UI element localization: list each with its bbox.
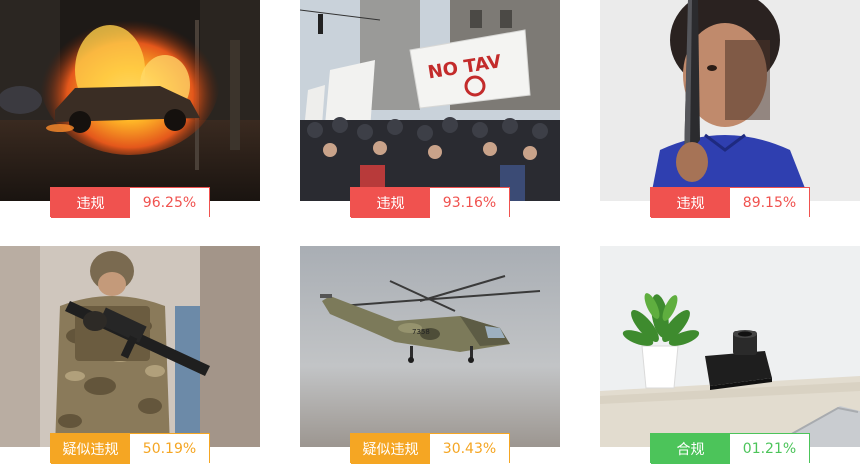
armed-soldier-photo <box>0 246 260 447</box>
result-badge: 合规 01.21% <box>650 433 810 464</box>
desk-plant-camera-photo <box>600 246 860 447</box>
confidence-value: 96.25% <box>130 188 209 218</box>
result-card-2: NO TAV 违规 93.16% <box>300 0 560 218</box>
result-badge: 违规 89.15% <box>650 187 810 218</box>
status-label: 违规 <box>51 188 130 218</box>
result-card-4: 疑似违规 50.19% <box>0 246 260 464</box>
confidence-value: 89.15% <box>730 188 809 218</box>
military-helicopter-photo: 7358 <box>300 246 560 447</box>
confidence-value: 01.21% <box>730 434 809 464</box>
result-badge: 疑似违规 30.43% <box>350 433 510 464</box>
woman-holding-knife-photo <box>600 0 860 201</box>
car-fire-riot-photo <box>0 0 260 201</box>
status-label: 违规 <box>651 188 730 218</box>
result-card-6: 合规 01.21% <box>600 246 860 464</box>
protest-crowd-photo: NO TAV <box>300 0 560 201</box>
result-badge: 疑似违规 50.19% <box>50 433 210 464</box>
status-label: 合规 <box>651 434 730 464</box>
status-label: 疑似违规 <box>51 434 130 464</box>
confidence-value: 93.16% <box>430 188 509 218</box>
result-card-5: 7358 疑似违规 30.43% <box>300 246 560 464</box>
svg-text:7358: 7358 <box>412 328 430 336</box>
result-badge: 违规 96.25% <box>50 187 210 218</box>
confidence-value: 50.19% <box>130 434 209 464</box>
result-card-3: 违规 89.15% <box>600 0 860 218</box>
result-badge: 违规 93.16% <box>350 187 510 218</box>
confidence-value: 30.43% <box>430 434 509 464</box>
status-label: 疑似违规 <box>351 434 430 464</box>
result-card-1: 违规 96.25% <box>0 0 260 218</box>
status-label: 违规 <box>351 188 430 218</box>
